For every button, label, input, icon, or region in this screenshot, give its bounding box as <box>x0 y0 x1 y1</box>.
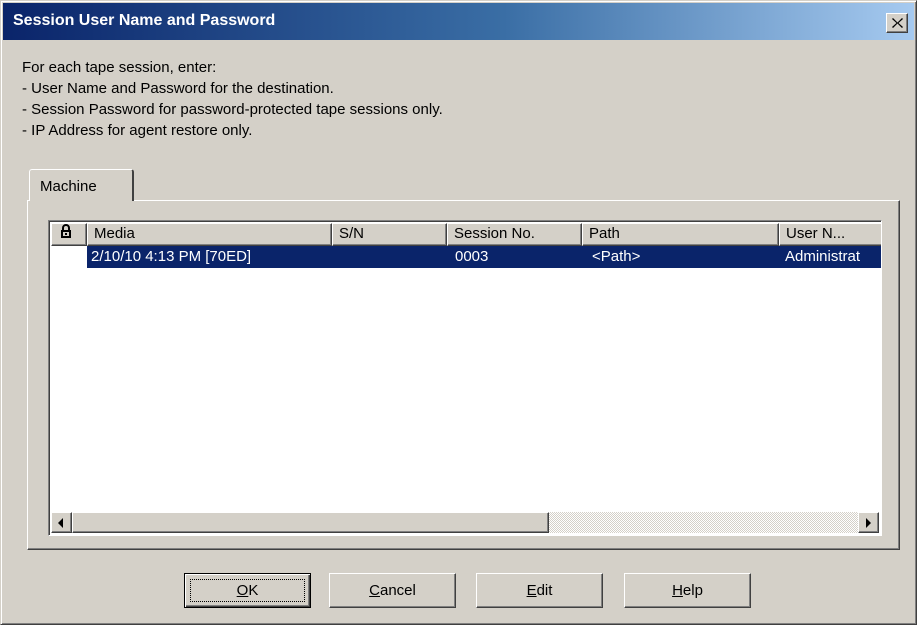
column-header-path[interactable]: Path <box>582 223 779 246</box>
title-bar[interactable]: Session User Name and Password <box>3 3 914 40</box>
column-header-media[interactable]: Media <box>87 223 332 246</box>
instructions-text: For each tape session, enter: - User Nam… <box>22 57 443 141</box>
instruction-line: - User Name and Password for the destina… <box>22 80 334 97</box>
cancel-label: ancel <box>379 581 416 599</box>
cancel-accelerator: C <box>369 581 380 599</box>
user-name-cell: Administrat <box>779 246 881 268</box>
instruction-line: - IP Address for agent restore only. <box>22 122 253 139</box>
dialog-window: Session User Name and Password For each … <box>0 0 917 625</box>
column-header-session-no[interactable]: Session No. <box>447 223 582 246</box>
horizontal-scrollbar[interactable] <box>51 512 879 533</box>
lock-icon <box>61 224 71 238</box>
instruction-line: For each tape session, enter: <box>22 59 217 76</box>
arrow-left-icon <box>58 518 63 528</box>
help-accelerator: H <box>672 581 683 599</box>
sessions-list[interactable]: Media S/N Session No. Path User N... 2/1… <box>48 220 882 536</box>
cancel-button[interactable]: Cancel <box>329 573 456 608</box>
arrow-right-icon <box>866 518 871 528</box>
scroll-left-button[interactable] <box>51 512 72 533</box>
dialog-title: Session User Name and Password <box>13 12 276 29</box>
edit-label: dit <box>536 581 553 599</box>
help-button[interactable]: Help <box>624 573 751 608</box>
ok-button[interactable]: OK <box>184 573 311 608</box>
media-cell: 2/10/10 4:13 PM [70ED] <box>87 246 332 268</box>
column-header-sn[interactable]: S/N <box>332 223 447 246</box>
column-header-user-name[interactable]: User N... <box>779 223 881 246</box>
close-button[interactable] <box>886 13 908 33</box>
column-header-lock[interactable] <box>51 223 87 246</box>
table-row[interactable]: 2/10/10 4:13 PM [70ED] 0003 <Path> Admin… <box>51 246 881 268</box>
path-cell: <Path> <box>582 246 779 268</box>
lock-cell <box>51 246 87 268</box>
session-no-cell: 0003 <box>447 246 582 268</box>
focus-rect <box>190 579 305 602</box>
close-icon <box>892 18 903 28</box>
help-label: elp <box>682 581 703 599</box>
tab-label: Machine <box>40 178 97 195</box>
tab-machine[interactable]: Machine <box>29 169 134 201</box>
edit-button[interactable]: Edit <box>476 573 603 608</box>
scroll-right-button[interactable] <box>858 512 879 533</box>
instruction-line: - Session Password for password-protecte… <box>22 101 443 118</box>
edit-accelerator: E <box>526 581 537 599</box>
list-header: Media S/N Session No. Path User N... <box>51 223 881 246</box>
sn-cell <box>332 246 447 268</box>
scroll-thumb[interactable] <box>72 512 549 533</box>
